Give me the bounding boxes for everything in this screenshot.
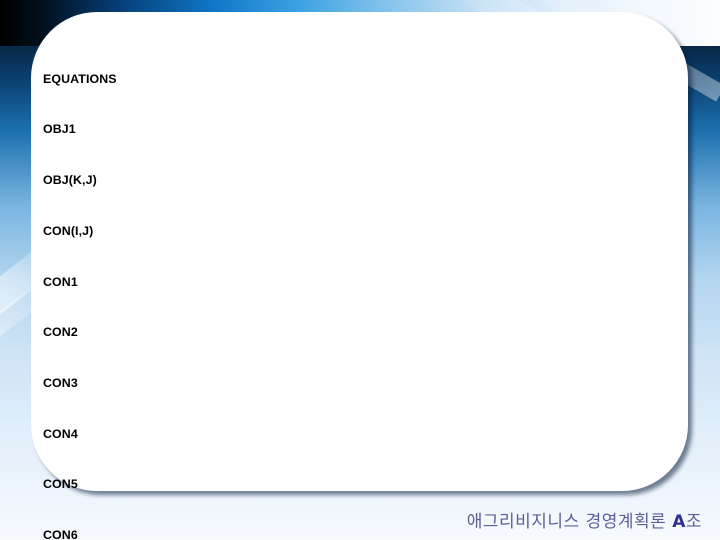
code-content: EQUATIONS OBJ1 OBJ(K,J) CON(I,J) CON1 CO… — [43, 20, 683, 540]
declaration-line: CON3 — [43, 376, 78, 391]
declaration-line: CON4 — [43, 426, 78, 441]
declaration-line: CON2 — [43, 325, 78, 340]
declaration-line: CON(I,J) — [43, 223, 94, 238]
declaration-line: CON1 — [43, 274, 78, 289]
declaration-line: OBJ(K,J) — [43, 173, 97, 188]
slide-footer: 애그리비지니스 경영계획론 A조 — [467, 507, 702, 532]
declaration-line: EQUATIONS — [43, 71, 117, 86]
footer-group-letter: A — [672, 512, 686, 532]
slide-canvas: EQUATIONS OBJ1 OBJ(K,J) CON(I,J) CON1 CO… — [0, 0, 720, 540]
declaration-line: OBJ1 — [43, 122, 76, 137]
declaration-line: CON5 — [43, 477, 78, 492]
footer-group-suffix: 조 — [685, 512, 702, 532]
footer-course-label: 애그리비지니스 경영계획론 — [466, 512, 673, 532]
